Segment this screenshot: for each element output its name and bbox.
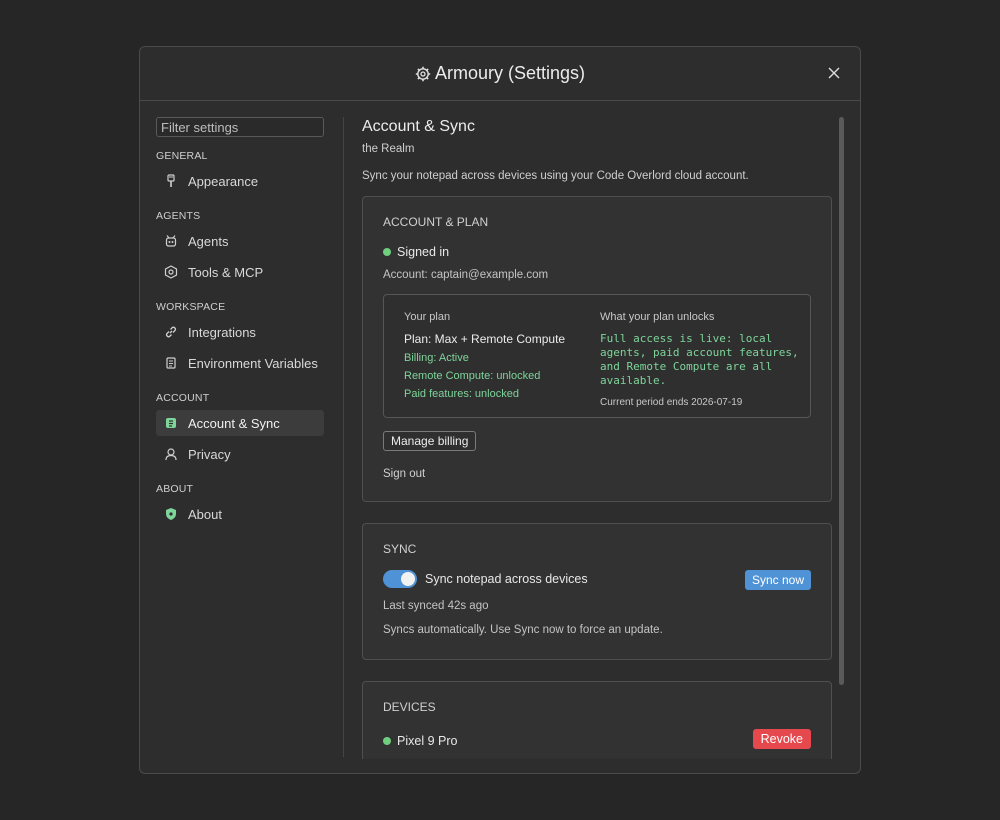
- plan-box: Your plan Plan: Max + Remote Compute Bil…: [383, 294, 811, 418]
- card-title: Account & Plan: [383, 215, 489, 229]
- sidebar-item-label: Appearance: [188, 173, 259, 189]
- content-scrollbar[interactable]: [839, 117, 844, 685]
- brush-icon: [164, 174, 178, 188]
- current-period: Current period ends 2026-07-19: [600, 397, 743, 408]
- dialog-title: Armoury (Settings): [140, 63, 860, 87]
- sidebar-item-tools-mcp[interactable]: Tools & MCP: [156, 259, 324, 285]
- sidebar-item-account-sync[interactable]: Account & Sync: [156, 410, 324, 436]
- your-plan-label: Your plan: [404, 311, 451, 323]
- person-icon: [164, 447, 178, 461]
- billing-status: Billing: Active: [404, 352, 469, 364]
- close-button[interactable]: [826, 65, 842, 81]
- sidebar-item-agents[interactable]: Agents: [156, 228, 324, 254]
- group-title-agents: Agents: [156, 210, 201, 222]
- device-row: Pixel 9 Pro Revoke: [383, 729, 811, 751]
- devices-card: Devices Pixel 9 Pro Revoke: [362, 681, 832, 759]
- sidebar-divider: [343, 117, 344, 757]
- page-title: Account & Sync: [362, 118, 475, 135]
- status-text: Signed in: [397, 245, 450, 259]
- settings-content: Account & Sync the Realm Sync your notep…: [362, 117, 832, 759]
- toggle-knob: [401, 572, 415, 586]
- card-title: Devices: [383, 700, 436, 714]
- sidebar-item-environment-variables[interactable]: Environment Variables: [156, 350, 324, 376]
- filter-settings-input[interactable]: [156, 117, 324, 137]
- group-title-about: About: [156, 483, 194, 495]
- plan-unlocks-column: What your plan unlocks Full access is li…: [600, 311, 800, 408]
- dialog-header: Armoury (Settings): [140, 47, 860, 101]
- account-plan-card: Account & Plan Signed in Account: captai…: [362, 196, 832, 502]
- dialog-title-text: Armoury (Settings): [434, 63, 586, 83]
- device-status-dot-icon: [383, 737, 391, 745]
- sidebar-item-label: Integrations: [188, 324, 256, 340]
- scroll-icon: [164, 356, 178, 370]
- card-title: Sync: [383, 542, 417, 556]
- plan-unlocks-text: Full access is live: local agents, paid …: [600, 332, 799, 387]
- sidebar-item-label: Agents: [188, 233, 229, 249]
- page-subtitle: the Realm: [362, 143, 415, 155]
- page-description: Sync your notepad across devices using y…: [362, 170, 749, 182]
- group-title-general: General: [156, 150, 208, 162]
- group-title-workspace: Workspace: [156, 301, 226, 313]
- sidebar-item-integrations[interactable]: Integrations: [156, 319, 324, 345]
- sidebar-item-label: Tools & MCP: [188, 264, 264, 280]
- sync-note: Syncs automatically. Use Sync now to for…: [383, 624, 663, 636]
- device-name: Pixel 9 Pro: [397, 734, 458, 748]
- robot-icon: [164, 234, 178, 248]
- sync-now-button[interactable]: Sync now: [744, 570, 811, 590]
- sidebar-item-label: Account & Sync: [188, 415, 280, 431]
- paid-features-status: Paid features: unlocked: [404, 388, 519, 400]
- plan-name: Plan: Max + Remote Compute: [404, 332, 566, 346]
- sync-toggle-row: Sync notepad across devices Sync now: [383, 570, 811, 590]
- sidebar-item-label: Environment Variables: [188, 355, 318, 371]
- last-synced: Last synced 42s ago: [383, 600, 489, 612]
- settings-dialog: Armoury (Settings) General Appearance Ag…: [139, 46, 861, 774]
- remote-compute-status: Remote Compute: unlocked: [404, 370, 541, 382]
- shield-icon: [164, 507, 178, 521]
- group-title-account: Account: [156, 392, 210, 404]
- sidebar-item-label: About: [188, 506, 222, 522]
- link-icon: [164, 325, 178, 339]
- account-email: Account: captain@example.com: [383, 269, 549, 281]
- sync-toggle-label: Sync notepad across devices: [425, 572, 588, 586]
- close-icon[interactable]: [826, 65, 842, 81]
- plan-unlocks-label: What your plan unlocks: [600, 311, 715, 323]
- sign-out-button[interactable]: Sign out: [383, 468, 425, 480]
- manage-billing-button[interactable]: Manage billing: [383, 431, 477, 451]
- sync-toggle[interactable]: [383, 570, 417, 588]
- sidebar-item-privacy[interactable]: Privacy: [156, 441, 324, 467]
- sidebar-item-label: Privacy: [188, 446, 231, 462]
- sync-icon: [164, 416, 178, 430]
- sidebar-item-appearance[interactable]: Appearance: [156, 168, 324, 194]
- revoke-device-button[interactable]: Revoke: [752, 729, 811, 749]
- signed-in-status: Signed in: [383, 245, 811, 259]
- status-dot-icon: [383, 248, 391, 256]
- tools-icon: [164, 265, 178, 279]
- settings-sidebar: General Appearance Agents Agents Tools &…: [156, 117, 324, 527]
- sidebar-item-about[interactable]: About: [156, 501, 324, 527]
- gear-icon: [415, 66, 431, 87]
- sync-card: Sync Sync notepad across devices Sync no…: [362, 523, 832, 660]
- your-plan-column: Your plan Plan: Max + Remote Compute Bil…: [404, 311, 565, 400]
